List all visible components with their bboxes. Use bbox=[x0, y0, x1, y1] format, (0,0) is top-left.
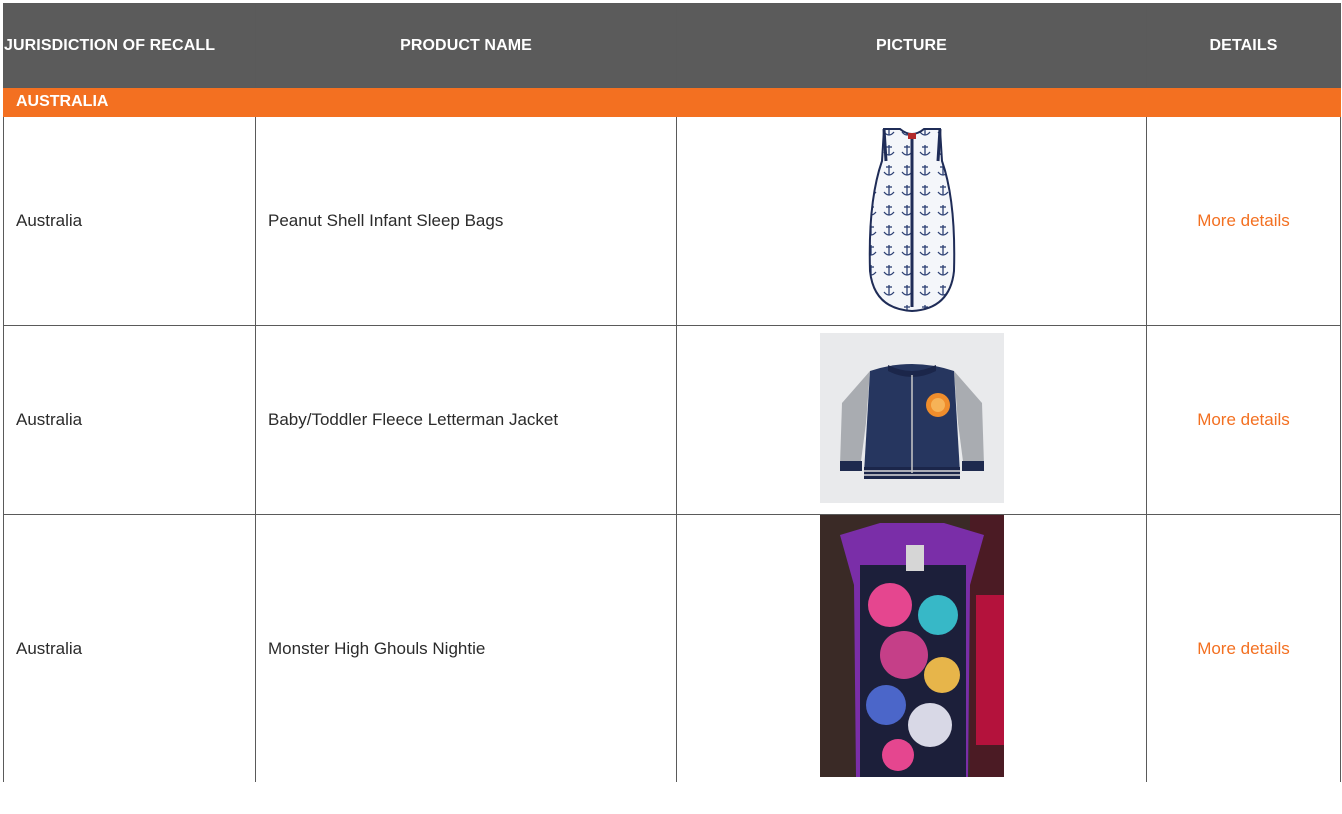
product-name-cell: Baby/Toddler Fleece Letterman Jacket bbox=[255, 325, 677, 515]
jurisdiction-cell: Australia bbox=[3, 514, 256, 782]
picture-cell bbox=[676, 514, 1147, 782]
section-label: AUSTRALIA bbox=[3, 87, 1341, 117]
header-jurisdiction: JURISDICTION OF RECALL bbox=[3, 3, 256, 88]
header-details: DETAILS bbox=[1146, 3, 1341, 88]
details-cell: More details bbox=[1146, 514, 1341, 782]
product-name-cell: Monster High Ghouls Nightie bbox=[255, 514, 677, 782]
header-picture: PICTURE bbox=[676, 3, 1147, 88]
details-cell: More details bbox=[1146, 325, 1341, 515]
more-details-link[interactable]: More details bbox=[1197, 211, 1290, 230]
table-row: Australia Peanut Shell Infant Sleep Bags bbox=[3, 116, 1341, 326]
more-details-link[interactable]: More details bbox=[1197, 639, 1290, 658]
page: JURISDICTION OF RECALL PRODUCT NAME PICT… bbox=[0, 0, 1342, 814]
product-name-cell: Peanut Shell Infant Sleep Bags bbox=[255, 116, 677, 326]
more-details-link[interactable]: More details bbox=[1197, 410, 1290, 429]
letterman-jacket-image bbox=[819, 332, 1004, 508]
jurisdiction-cell: Australia bbox=[3, 325, 256, 515]
sleep-bag-image bbox=[862, 121, 962, 322]
section-row: AUSTRALIA bbox=[3, 87, 1341, 117]
recalls-table: JURISDICTION OF RECALL PRODUCT NAME PICT… bbox=[3, 3, 1341, 782]
table-row: Australia Monster High Ghouls Nightie Mo… bbox=[3, 514, 1341, 782]
header-row: JURISDICTION OF RECALL PRODUCT NAME PICT… bbox=[3, 3, 1341, 88]
table-row: Australia Baby/Toddler Fleece Letterman … bbox=[3, 325, 1341, 515]
jurisdiction-cell: Australia bbox=[3, 116, 256, 326]
header-product-name: PRODUCT NAME bbox=[255, 3, 677, 88]
picture-cell bbox=[676, 325, 1147, 515]
details-cell: More details bbox=[1146, 116, 1341, 326]
picture-cell bbox=[676, 116, 1147, 326]
nightie-image bbox=[819, 515, 1004, 782]
